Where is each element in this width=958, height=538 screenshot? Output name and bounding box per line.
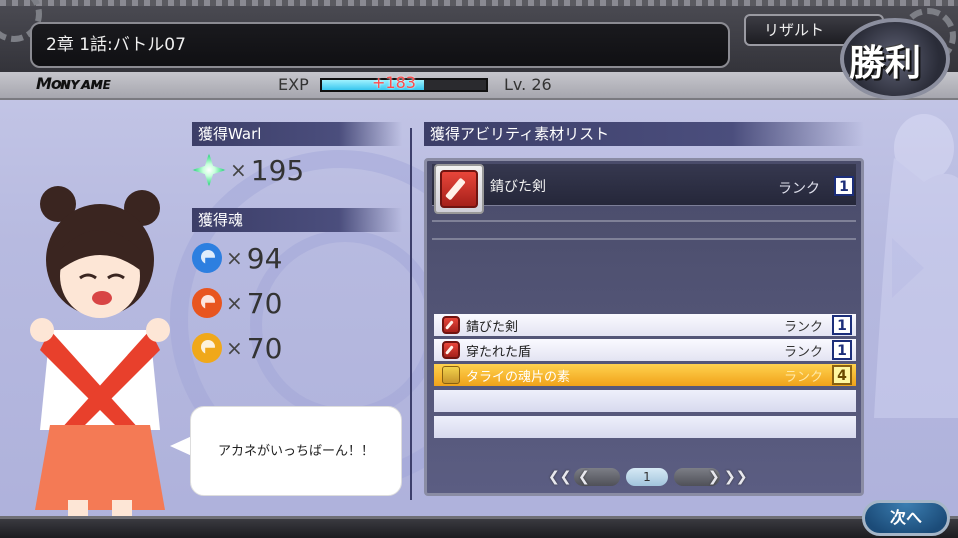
stage-title: 2章 1話:バトル07 — [30, 22, 730, 68]
material-row[interactable]: 穿たれた盾 ランク 1 — [434, 339, 856, 361]
rank-value: 1 — [832, 340, 852, 360]
character-akane — [30, 186, 170, 520]
sword-icon — [442, 316, 460, 334]
featured-rank-label: ランク — [778, 181, 820, 197]
speech-bubble-tail — [170, 436, 192, 456]
exp-gain: +183 — [372, 73, 416, 92]
soul-amount: 70 — [246, 331, 283, 365]
featured-divider — [432, 220, 856, 222]
times-sign: × — [230, 158, 247, 182]
next-button[interactable]: 次へ — [862, 500, 950, 536]
blue-soul-icon — [192, 243, 222, 273]
section-divider — [410, 128, 412, 500]
times-sign: × — [226, 291, 243, 315]
soul-reward-red: × 70 — [192, 283, 282, 323]
soul-label: 獲得魂 — [192, 208, 402, 232]
rank-value: 4 — [832, 365, 852, 385]
material-row-selected[interactable]: タライの魂片の素 ランク 4 — [434, 364, 856, 386]
soul-reward-blue: × 94 — [192, 238, 282, 278]
red-soul-icon — [192, 288, 222, 318]
warl-reward: × 195 — [192, 150, 304, 190]
speech-bubble: アカネがいっちばーん！！ — [190, 406, 402, 496]
times-sign: × — [226, 336, 243, 360]
material-name: 錆びた剣 — [466, 320, 519, 335]
warl-amount: 195 — [250, 153, 305, 187]
rank-value: 1 — [832, 315, 852, 335]
scroll-icon — [442, 366, 460, 384]
times-sign: × — [226, 246, 243, 270]
exp-label: EXP — [278, 75, 309, 94]
featured-divider — [432, 238, 856, 240]
material-name: タライの魂片の素 — [466, 370, 571, 385]
warl-crystal-icon — [192, 153, 226, 187]
player-name: Mᴏɴʏᴀᴍᴇ — [36, 74, 111, 93]
material-row[interactable]: 錆びた剣 ランク 1 — [434, 314, 856, 336]
featured-rank-value: 1 — [834, 176, 854, 196]
rank-label: ランク — [784, 370, 824, 385]
page-number: 1 — [626, 468, 668, 486]
empty-material-row — [434, 416, 856, 438]
soul-amount: 94 — [246, 241, 283, 275]
prev-page-icon: ❮ — [578, 469, 590, 485]
first-page-icon[interactable]: ❮❮ — [548, 468, 571, 486]
materials-header: 獲得アビリティ素材リスト — [424, 122, 864, 146]
rank-label: ランク — [784, 320, 824, 335]
next-page-icon: ❯ — [708, 469, 720, 485]
background-character-art — [874, 114, 958, 418]
warl-label: 獲得Warl — [192, 122, 402, 146]
material-name: 穿たれた盾 — [466, 345, 532, 360]
victory-text: 勝利 — [849, 42, 922, 84]
empty-material-row — [434, 390, 856, 412]
bottom-frame — [0, 516, 958, 538]
rank-label: ランク — [784, 345, 824, 360]
sword-icon — [440, 170, 478, 208]
player-level: Lv. 26 — [504, 75, 552, 94]
yellow-soul-icon — [192, 333, 222, 363]
featured-material-name: 錆びた剣 — [490, 179, 546, 195]
shield-icon — [442, 341, 460, 359]
last-page-icon[interactable]: ❯❯ — [724, 468, 747, 486]
soul-amount: 70 — [246, 286, 283, 320]
soul-reward-yellow: × 70 — [192, 328, 282, 368]
